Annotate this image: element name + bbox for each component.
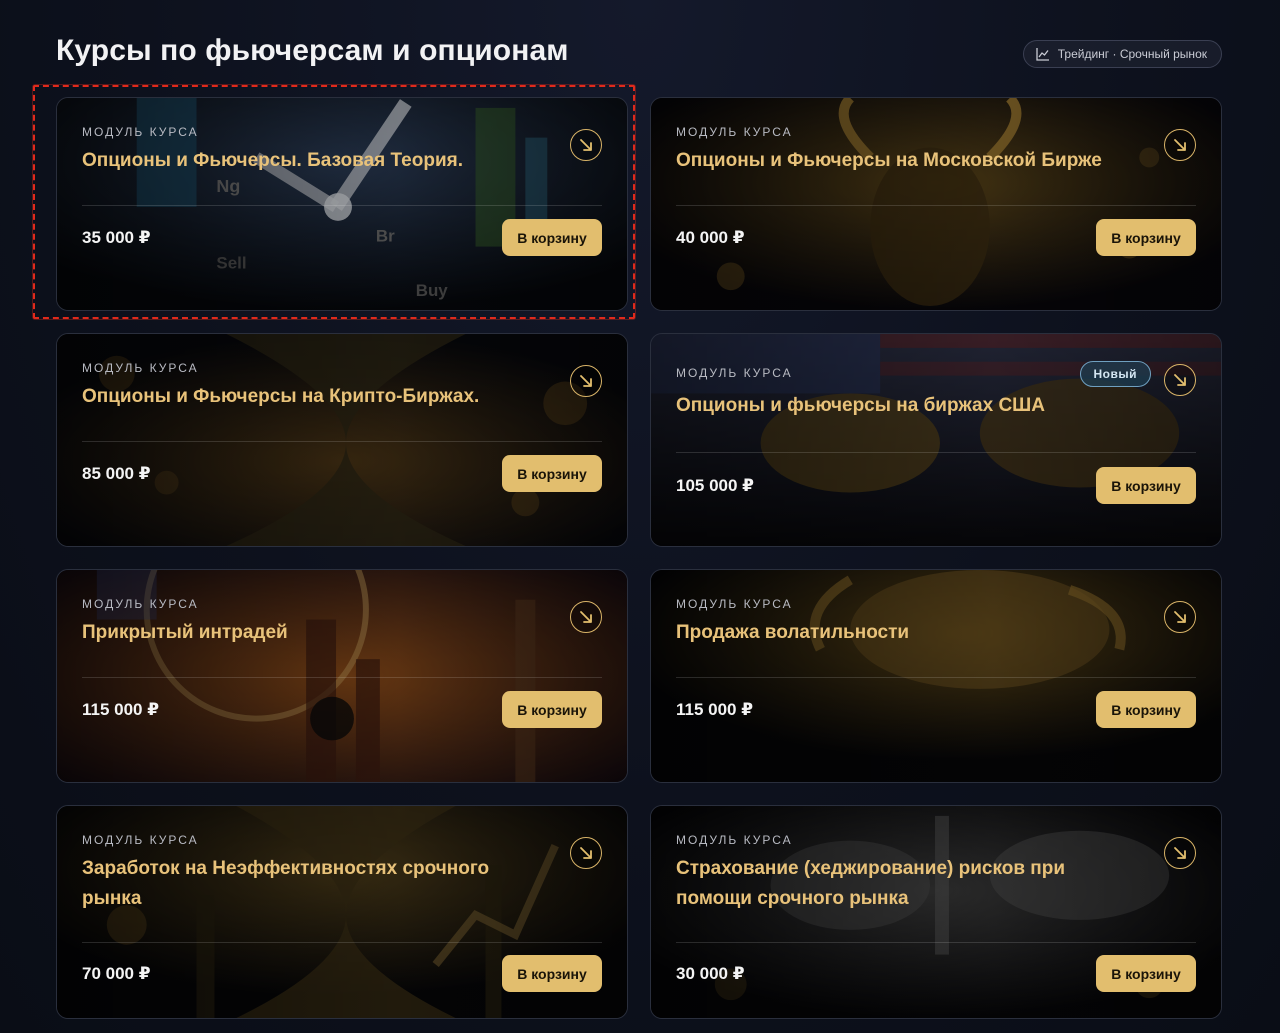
divider bbox=[82, 205, 602, 206]
module-label: МОДУЛЬ КУРСА bbox=[82, 833, 199, 847]
arrow-down-right-icon bbox=[1174, 847, 1186, 859]
add-to-cart-button[interactable]: В корзину bbox=[502, 691, 602, 728]
course-card[interactable]: МОДУЛЬ КУРСА Опционы и фьючерсы на биржа… bbox=[650, 333, 1222, 547]
module-label: МОДУЛЬ КУРСА bbox=[82, 597, 199, 611]
course-card[interactable]: МОДУЛЬ КУРСА Продажа волатильности 115 0… bbox=[650, 569, 1222, 783]
module-label: МОДУЛЬ КУРСА bbox=[676, 833, 793, 847]
open-course-button[interactable] bbox=[1164, 129, 1196, 161]
open-course-button[interactable] bbox=[570, 601, 602, 633]
course-card[interactable]: МОДУЛЬ КУРСА Заработок на Неэффективност… bbox=[56, 805, 628, 1019]
arrow-down-right-icon bbox=[1174, 139, 1186, 151]
course-catalog-page: Курсы по фьючерсам и опционам Трейдинг ·… bbox=[0, 0, 1280, 1033]
divider bbox=[676, 205, 1196, 206]
course-card[interactable]: Ng Br Sell Buy МОДУЛЬ КУРСА Опционы и Фь… bbox=[56, 97, 628, 311]
course-title[interactable]: Заработок на Неэффективностях срочного р… bbox=[82, 854, 522, 914]
open-course-button[interactable] bbox=[1164, 364, 1196, 396]
course-price: 85 000 ₽ bbox=[82, 464, 151, 483]
add-to-cart-button[interactable]: В корзину bbox=[502, 219, 602, 256]
course-card[interactable]: МОДУЛЬ КУРСА Страхование (хеджирование) … bbox=[650, 805, 1222, 1019]
add-to-cart-button[interactable]: В корзину bbox=[1096, 691, 1196, 728]
module-label: МОДУЛЬ КУРСА bbox=[82, 361, 199, 375]
course-title[interactable]: Опционы и Фьючерсы. Базовая Теория. bbox=[82, 146, 522, 176]
course-title[interactable]: Продажа волатильности bbox=[676, 618, 1116, 648]
open-course-button[interactable] bbox=[1164, 601, 1196, 633]
add-to-cart-button[interactable]: В корзину bbox=[502, 955, 602, 992]
course-price: 35 000 ₽ bbox=[82, 228, 151, 247]
course-card[interactable]: МОДУЛЬ КУРСА Прикрытый интрадей 115 000 … bbox=[56, 569, 628, 783]
open-course-button[interactable] bbox=[570, 129, 602, 161]
course-price: 105 000 ₽ bbox=[676, 476, 755, 495]
divider bbox=[82, 677, 602, 678]
line-chart-icon bbox=[1036, 48, 1049, 61]
new-badge: Новый bbox=[1079, 361, 1151, 387]
add-to-cart-button[interactable]: В корзину bbox=[1096, 955, 1196, 992]
course-grid: Ng Br Sell Buy МОДУЛЬ КУРСА Опционы и Фь… bbox=[56, 97, 1222, 1019]
course-card[interactable]: МОДУЛЬ КУРСА Опционы и Фьючерсы на Крипт… bbox=[56, 333, 628, 547]
arrow-down-right-icon bbox=[580, 847, 592, 859]
divider bbox=[676, 942, 1196, 943]
module-label: МОДУЛЬ КУРСА bbox=[676, 597, 793, 611]
divider bbox=[676, 452, 1196, 453]
open-course-button[interactable] bbox=[1164, 837, 1196, 869]
open-course-button[interactable] bbox=[570, 837, 602, 869]
arrow-down-right-icon bbox=[1174, 611, 1186, 623]
course-title[interactable]: Опционы и Фьючерсы на Крипто-Биржах. bbox=[82, 382, 522, 412]
divider bbox=[82, 942, 602, 943]
divider bbox=[676, 677, 1196, 678]
add-to-cart-button[interactable]: В корзину bbox=[1096, 467, 1196, 504]
course-title[interactable]: Прикрытый интрадей bbox=[82, 618, 522, 648]
divider bbox=[82, 441, 602, 442]
module-label: МОДУЛЬ КУРСА bbox=[676, 125, 793, 139]
course-title[interactable]: Опционы и Фьючерсы на Московской Бирже bbox=[676, 146, 1116, 176]
category-chip[interactable]: Трейдинг · Срочный рынок bbox=[1022, 40, 1222, 68]
open-course-button[interactable] bbox=[570, 365, 602, 397]
course-price: 30 000 ₽ bbox=[676, 964, 745, 983]
course-title[interactable]: Страхование (хеджирование) рисков при по… bbox=[676, 854, 1116, 914]
course-price: 40 000 ₽ bbox=[676, 228, 745, 247]
category-chip-label: Трейдинг · Срочный рынок bbox=[1057, 47, 1207, 61]
course-card[interactable]: МОДУЛЬ КУРСА Опционы и Фьючерсы на Моско… bbox=[650, 97, 1222, 311]
module-label: МОДУЛЬ КУРСА bbox=[82, 125, 199, 139]
course-title[interactable]: Опционы и фьючерсы на биржах США bbox=[676, 391, 1116, 421]
course-price: 115 000 ₽ bbox=[676, 700, 754, 719]
page-title: Курсы по фьючерсам и опционам bbox=[56, 34, 569, 67]
add-to-cart-button[interactable]: В корзину bbox=[502, 455, 602, 492]
arrow-down-right-icon bbox=[580, 611, 592, 623]
arrow-down-right-icon bbox=[1174, 374, 1186, 386]
arrow-down-right-icon bbox=[580, 375, 592, 387]
add-to-cart-button[interactable]: В корзину bbox=[1096, 219, 1196, 256]
arrow-down-right-icon bbox=[580, 139, 592, 151]
course-price: 70 000 ₽ bbox=[82, 964, 151, 983]
course-price: 115 000 ₽ bbox=[82, 700, 160, 719]
module-label: МОДУЛЬ КУРСА bbox=[676, 366, 793, 380]
